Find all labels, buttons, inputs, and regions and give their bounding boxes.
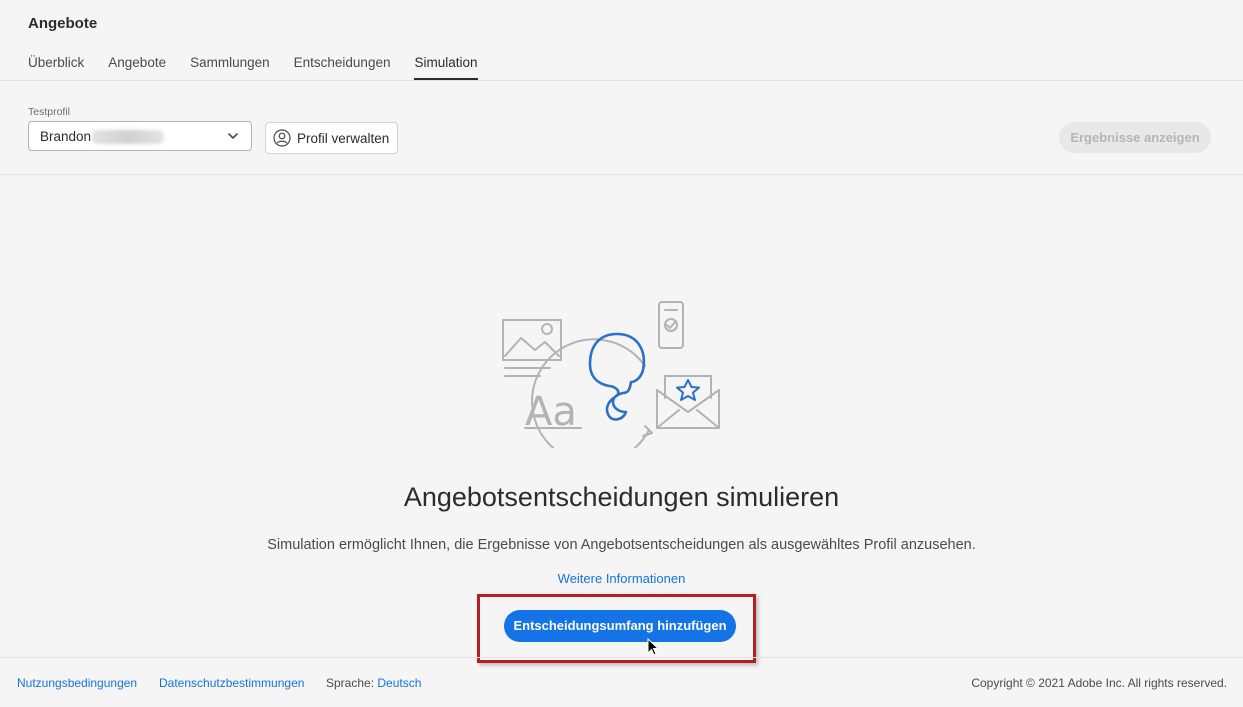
- page-footer: Nutzungsbedingungen Datenschutzbestimmun…: [0, 657, 1243, 707]
- redacted-surname: [92, 130, 164, 144]
- typography-sample: Aa: [525, 389, 577, 435]
- profile-select[interactable]: Brandon: [28, 121, 252, 151]
- app-header: Angebote Überblick Angebote Sammlungen E…: [0, 0, 1243, 81]
- tab-simulation[interactable]: Simulation: [414, 55, 478, 80]
- learn-more-link[interactable]: Weitere Informationen: [0, 571, 1243, 586]
- empty-state-title: Angebotsentscheidungen simulieren: [403, 482, 840, 512]
- manage-profile-label: Profil verwalten: [297, 131, 390, 146]
- language-label: Sprache:: [326, 676, 375, 690]
- language-value[interactable]: Deutsch: [377, 676, 421, 690]
- profile-select-value: Brandon: [40, 129, 92, 144]
- chevron-down-icon: [228, 133, 238, 139]
- manage-profile-button[interactable]: Profil verwalten: [265, 122, 398, 154]
- privacy-link[interactable]: Datenschutzbestimmungen: [159, 676, 304, 690]
- terms-link[interactable]: Nutzungsbedingungen: [17, 676, 137, 690]
- language-selector: Sprache: Deutsch: [326, 676, 421, 690]
- app-title: Angebote: [28, 15, 98, 32]
- empty-state-description: Simulation ermöglicht Ihnen, die Ergebni…: [267, 537, 976, 553]
- user-icon: [273, 129, 291, 147]
- copyright-text: Copyright © 2021 Adobe Inc. All rights r…: [971, 676, 1227, 690]
- tab-collections[interactable]: Sammlungen: [190, 55, 270, 79]
- simulation-toolbar: Testprofil Brandon Profil verwalten Erge…: [0, 81, 1243, 175]
- tab-decisions[interactable]: Entscheidungen: [294, 55, 391, 79]
- cursor-icon: [647, 638, 660, 656]
- tab-offers[interactable]: Angebote: [108, 55, 166, 79]
- tab-overview[interactable]: Überblick: [28, 55, 84, 79]
- show-results-button[interactable]: Ergebnisse anzeigen: [1059, 122, 1211, 153]
- tab-bar: Überblick Angebote Sammlungen Entscheidu…: [28, 55, 502, 80]
- simulation-illustration: Aa: [502, 301, 720, 448]
- add-decision-scope-button[interactable]: Entscheidungsumfang hinzufügen: [504, 610, 736, 642]
- profile-field-label: Testprofil: [28, 106, 71, 118]
